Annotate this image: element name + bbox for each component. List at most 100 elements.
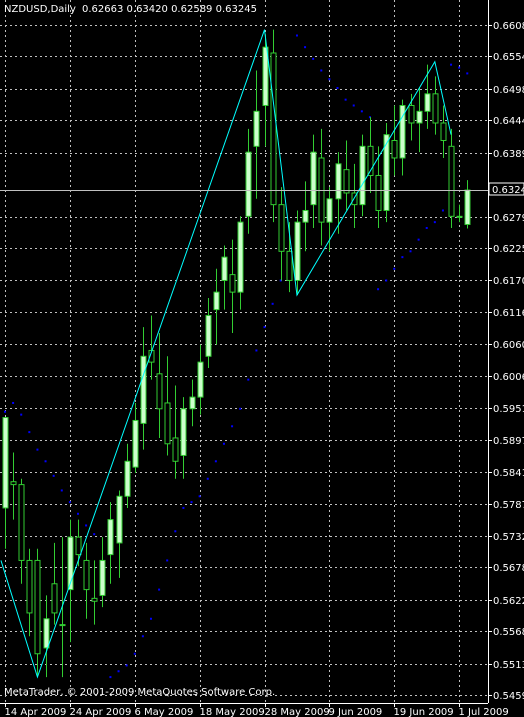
bull-candle [2,417,9,509]
y-tick-label: 0.56780 [493,563,524,574]
bull-candle [456,215,463,218]
price-axis: 0.66080 0.65540 0.64985 0.64445 0.63890 0.632… [488,21,524,702]
time-axis: 14 Apr 2009 24 Apr 2009 6 May 2009 18 May 2… [5,703,509,717]
sar-point [174,530,177,533]
y-tick-label: 0.58970 [493,436,524,447]
bear-candle [164,402,171,445]
x-tick-label: 14 Apr 2009 [5,707,67,717]
bull-candle [416,110,423,124]
y-tick-label: 0.56225 [493,596,524,607]
sar-point [377,288,380,291]
sar-point [360,110,363,113]
bull-candle [197,361,204,398]
bear-candle [75,536,82,556]
candlesticks [2,29,471,678]
bull-candle [253,110,260,147]
y-tick-label: 0.64985 [493,85,524,96]
sar-point [320,69,323,72]
x-tick-label: 19 Jun 2009 [394,707,454,717]
sar-point [409,250,412,253]
chart-symbol: NZDUSD,Daily [4,4,76,15]
bull-candle [326,198,333,223]
bear-candle [278,204,285,252]
sar-point [271,302,274,305]
bear-candle [172,437,179,462]
sar-point [166,559,169,562]
bear-candle [83,559,90,591]
sar-point [4,410,6,413]
sar-point [466,72,469,75]
bear-candle [391,139,398,159]
sar-point [247,378,250,381]
parabolic-sar [4,34,469,679]
y-tick-label: 0.61700 [493,276,524,287]
bear-candle [26,559,33,614]
sar-point [109,676,112,679]
sar-point [336,86,339,89]
sar-point [222,442,225,445]
bull-candle [205,314,212,357]
bear-candle [343,169,350,194]
y-tick-label: 0.60065 [493,372,524,383]
x-tick-label: 6 May 2009 [135,707,194,717]
bull-candle [359,145,366,206]
sar-point [182,506,185,509]
sar-point [158,588,161,591]
bear-candle [51,583,58,614]
sar-point [44,460,47,463]
bull-candle [180,408,187,456]
bull-candle [245,151,252,217]
grid [0,0,488,703]
bear-candle [448,145,455,217]
y-tick-label: 0.57875 [493,500,524,511]
sar-point [385,279,388,282]
bull-candle [464,189,471,225]
sar-point [149,617,152,620]
bull-candle [124,460,131,497]
sar-point [76,512,79,515]
bull-candle [59,624,66,627]
x-tick-label: 28 May 2009 [265,707,330,717]
bull-candle [189,396,196,410]
sar-point [36,448,39,451]
sar-point [393,267,396,270]
sar-point [198,495,201,498]
y-tick-label: 0.64445 [493,116,524,127]
sar-point [190,501,193,504]
bull-candle [107,519,114,556]
sar-point [263,326,266,329]
y-tick-label: 0.59510 [493,404,524,415]
bear-candle [91,597,98,602]
bear-candle [375,174,382,211]
sar-point [12,401,15,404]
x-tick-label: 18 May 2009 [200,707,265,717]
sar-point [125,664,128,667]
sar-point [28,431,31,434]
bear-candle [432,93,439,124]
sar-point [239,407,242,410]
sar-point [304,46,307,49]
copyright: MetaTrader, © 2001-2009 MetaQuotes Softw… [4,687,275,698]
sar-point [433,221,436,224]
sar-point [52,474,55,477]
sar-point [214,460,217,463]
sar-point [328,78,331,81]
chart-ohlc: 0.62663 0.63420 0.62589 0.63245 [82,4,257,15]
price-chart[interactable]: 0.66080 0.65540 0.64985 0.64445 0.63890 0.632… [0,0,524,717]
bull-candle [221,256,228,281]
y-tick-label: 0.57320 [493,532,524,543]
bull-candle [302,209,309,223]
current-price-label: 0.63245 [492,185,524,196]
y-tick-label: 0.61160 [493,308,524,319]
bull-candle [335,163,342,200]
y-tick-label: 0.58415 [493,468,524,479]
y-tick-label: 0.66080 [493,21,524,32]
sar-point [60,489,63,492]
sar-point [312,57,315,60]
sar-point [85,524,88,527]
bear-candle [18,484,25,561]
bear-candle [34,559,41,655]
sar-point [255,349,258,352]
sar-point [344,98,347,101]
x-tick-label: 1 Jul 2009 [459,707,509,717]
